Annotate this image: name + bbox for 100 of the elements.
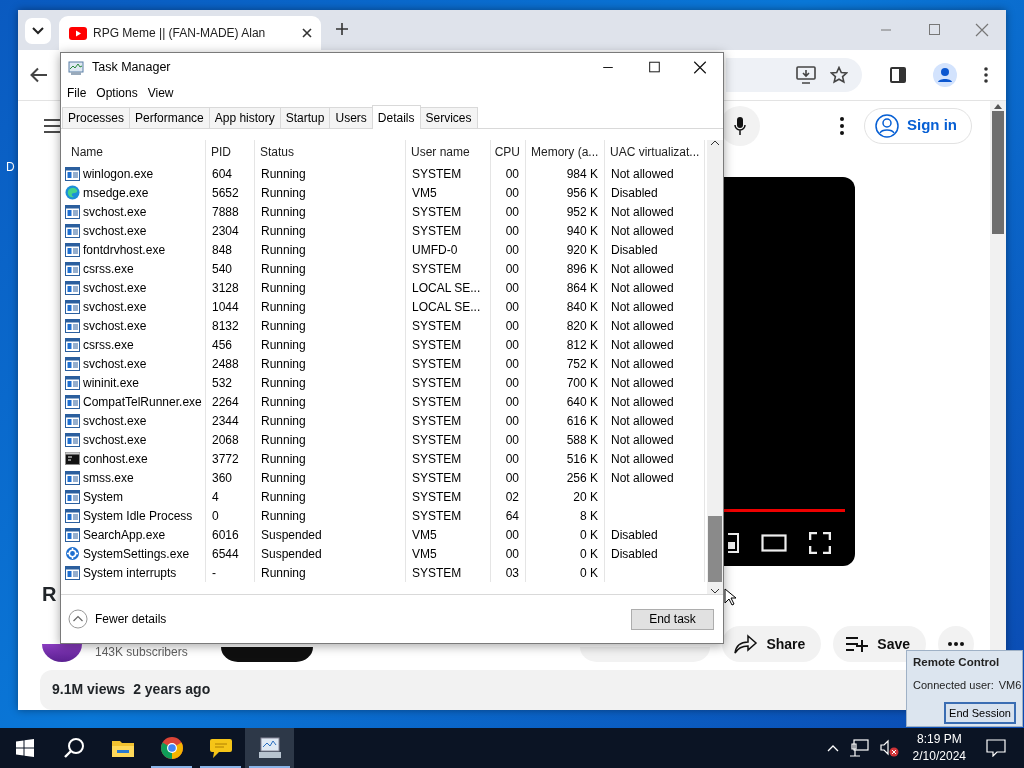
- table-cell: 00: [491, 297, 526, 316]
- table-cell: 7888: [206, 202, 255, 221]
- table-cell: 02: [491, 487, 526, 506]
- table-cell: Not allowed: [605, 221, 705, 240]
- table-cell: Not allowed: [605, 411, 705, 430]
- table-cell: SYSTEM: [406, 487, 491, 506]
- process-name: csrss.exe: [83, 336, 134, 354]
- table-cell: 940 K: [526, 221, 605, 240]
- table-cell: 2304: [206, 221, 255, 240]
- table-cell: 00: [491, 392, 526, 411]
- table-cell: Disabled: [605, 525, 705, 544]
- table-cell: 360: [206, 468, 255, 487]
- table-cell: Running: [255, 278, 406, 297]
- table-cell: 984 K: [526, 164, 605, 183]
- table-cell: Running: [255, 411, 406, 430]
- table-cell: Not allowed: [605, 354, 705, 373]
- table-cell: 00: [491, 354, 526, 373]
- table-cell: 812 K: [526, 335, 605, 354]
- table-cell: Not allowed: [605, 335, 705, 354]
- table-cell: 00: [491, 411, 526, 430]
- process-name: wininit.exe: [83, 374, 140, 392]
- table-cell: Running: [255, 506, 406, 525]
- process-name: svchost.exe: [83, 203, 147, 221]
- table-cell: 00: [491, 202, 526, 221]
- table-cell: 616 K: [526, 411, 605, 430]
- process-name: svchost.exe: [83, 317, 147, 335]
- date-text: 2/10/2024: [912, 748, 966, 765]
- table-cell: SYSTEM: [406, 449, 491, 468]
- process-name: svchost.exe: [83, 279, 147, 297]
- table-cell: 4: [206, 487, 255, 506]
- table-cell: 2488: [206, 354, 255, 373]
- table-cell: 604: [206, 164, 255, 183]
- process-name: fontdrvhost.exe: [83, 241, 166, 259]
- table-cell: LOCAL SE...: [406, 278, 491, 297]
- table-cell: Running: [255, 487, 406, 506]
- table-cell: 5652: [206, 183, 255, 202]
- process-name: conhost.exe: [83, 450, 148, 468]
- table-cell: 8 K: [526, 506, 605, 525]
- table-cell: 2344: [206, 411, 255, 430]
- time-text: 8:19 PM: [915, 731, 963, 748]
- video-title: R: [42, 582, 57, 607]
- process-name: svchost.exe: [83, 412, 147, 430]
- table-cell: Running: [255, 373, 406, 392]
- view-count: 9.1M views: [52, 680, 126, 700]
- table-cell: 820 K: [526, 316, 605, 335]
- table-cell: 00: [491, 259, 526, 278]
- table-cell: 00: [491, 449, 526, 468]
- table-cell: 2068: [206, 430, 255, 449]
- table-cell: Disabled: [605, 183, 705, 202]
- table-cell: 00: [491, 240, 526, 259]
- table-cell: Not allowed: [605, 164, 705, 183]
- table-cell: UMFD-0: [406, 240, 491, 259]
- process-name: smss.exe: [83, 469, 134, 487]
- table-cell: 0: [206, 506, 255, 525]
- table-cell: 700 K: [526, 373, 605, 392]
- tab-title: RPG Meme || (FAN-MADE) Alan: [93, 25, 267, 42]
- process-name: svchost.exe: [83, 298, 147, 316]
- table-cell: 952 K: [526, 202, 605, 221]
- table-cell: 848: [206, 240, 255, 259]
- table-cell: Not allowed: [605, 297, 705, 316]
- table-cell: 00: [491, 183, 526, 202]
- table-cell: SYSTEM: [406, 354, 491, 373]
- table-cell: 640 K: [526, 392, 605, 411]
- table-cell: 256 K: [526, 468, 605, 487]
- table-cell: Running: [255, 316, 406, 335]
- table-cell: Running: [255, 240, 406, 259]
- upload-age: 2 years ago: [133, 680, 211, 700]
- table-cell: Running: [255, 354, 406, 373]
- table-cell: SYSTEM: [406, 373, 491, 392]
- table-cell: Running: [255, 297, 406, 316]
- process-name: SearchApp.exe: [83, 526, 166, 544]
- table-cell: SYSTEM: [406, 430, 491, 449]
- table-cell: 752 K: [526, 354, 605, 373]
- table-cell: 6016: [206, 525, 255, 544]
- table-cell: SYSTEM: [406, 392, 491, 411]
- table-cell: 00: [491, 164, 526, 183]
- table-cell: SYSTEM: [406, 221, 491, 240]
- table-cell: SYSTEM: [406, 411, 491, 430]
- table-cell: Not allowed: [605, 202, 705, 221]
- table-cell: 588 K: [526, 430, 605, 449]
- table-cell: VM5: [406, 525, 491, 544]
- table-cell: Suspended: [255, 525, 406, 544]
- table-cell: Running: [255, 259, 406, 278]
- table-cell: 00: [491, 335, 526, 354]
- table-cell: 6544: [206, 544, 255, 563]
- table-cell: LOCAL SE...: [406, 297, 491, 316]
- window-title: Task Manager: [92, 59, 171, 77]
- table-cell: Running: [255, 221, 406, 240]
- table-cell: 896 K: [526, 259, 605, 278]
- table-cell: 8132: [206, 316, 255, 335]
- table-cell: 1044: [206, 297, 255, 316]
- table-cell: Disabled: [605, 240, 705, 259]
- table-cell: 840 K: [526, 297, 605, 316]
- table-cell: 20 K: [526, 487, 605, 506]
- table-cell: SYSTEM: [406, 164, 491, 183]
- process-name: winlogon.exe: [83, 165, 154, 183]
- table-cell: SYSTEM: [406, 563, 491, 582]
- process-name: SystemSettings.exe: [83, 545, 190, 563]
- table-cell: VM5: [406, 183, 491, 202]
- table-cell: 00: [491, 278, 526, 297]
